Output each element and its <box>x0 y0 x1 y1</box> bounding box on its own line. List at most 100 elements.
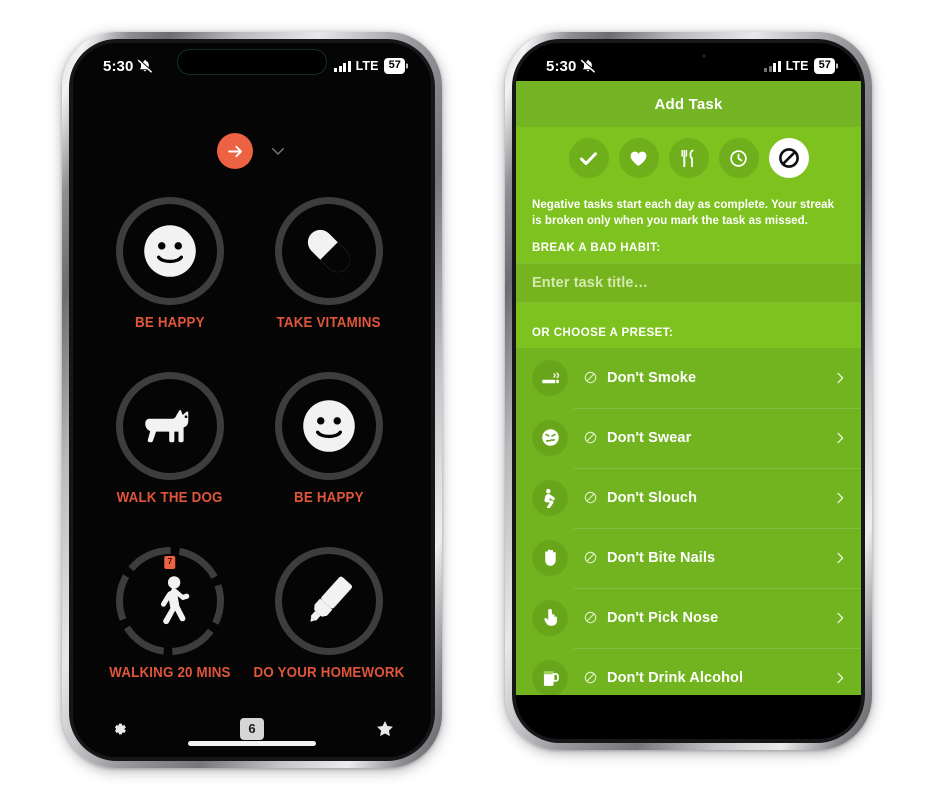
task-ring <box>115 371 224 480</box>
add-task-button[interactable] <box>217 133 253 169</box>
preset-label: Don't Pick Nose <box>607 609 719 626</box>
preset-label: Don't Smoke <box>607 369 697 386</box>
task-grid-screen: 5:30 LTE 57 BE HAPPY TAKE VITAMINS WALK … <box>73 43 431 757</box>
preset-row-dont-bite-nails[interactable]: Don't Bite Nails <box>516 527 861 588</box>
task-ring: 7 <box>115 546 224 655</box>
home-indicator <box>188 741 316 746</box>
preset-row-dont-slouch[interactable]: Don't Slouch <box>516 467 861 528</box>
task-tile-walking-20-mins[interactable]: 7 WALKING 20 MINS <box>93 526 247 701</box>
smiley-face-icon <box>296 393 362 459</box>
chevron-right-icon <box>837 552 844 563</box>
pointing-hand-icon <box>532 599 568 636</box>
task-count-chip[interactable]: 6 <box>240 718 264 740</box>
add-task-content[interactable]: Add Task Negative tasks start each day a… <box>516 81 861 695</box>
task-tile-take-vitamins[interactable]: TAKE VITAMINS <box>247 177 411 352</box>
phone-right: 5:30 LTE 57 Add Task Negative tasks star… <box>505 32 872 750</box>
cigarette-icon <box>532 359 568 396</box>
preset-section-label: OR CHOOSE A PRESET: <box>532 326 674 339</box>
battery-indicator: 57 <box>383 58 405 74</box>
chevron-down-icon[interactable] <box>269 142 287 160</box>
tab-bad-habit[interactable] <box>768 138 809 178</box>
task-label: WALKING 20 MINS <box>109 664 231 681</box>
preset-label: Don't Slouch <box>607 489 698 506</box>
chevron-right-icon <box>837 492 844 503</box>
prohibit-icon <box>584 551 597 564</box>
network-type: LTE <box>785 59 809 73</box>
status-time: 5:30 <box>103 57 134 75</box>
clock-icon <box>730 149 747 167</box>
field-label: BREAK A BAD HABIT: <box>532 241 661 254</box>
task-tile-do-your-homework[interactable]: DO YOUR HOMEWORK <box>247 526 411 701</box>
status-bar-right: 5:30 LTE 57 <box>516 43 861 83</box>
field-spacer <box>516 302 861 325</box>
status-bar-left: 5:30 LTE 57 <box>73 43 431 83</box>
screen-header: Add Task <box>516 81 861 127</box>
status-time: 5:30 <box>546 57 577 75</box>
cutlery-icon <box>681 149 694 167</box>
screenshot-canvas: 5:30 LTE 57 BE HAPPY TAKE VITAMINS WALK … <box>0 0 939 800</box>
preset-label: Don't Drink Alcohol <box>607 669 744 686</box>
task-label: WALK THE DOG <box>116 489 223 506</box>
pill-icon <box>296 218 362 284</box>
preset-list: Don't Smoke Don't Swear Don't Slouch Don… <box>516 347 861 695</box>
right-screen: 5:30 LTE 57 Add Task Negative tasks star… <box>516 43 861 739</box>
phone-left: 5:30 LTE 57 BE HAPPY TAKE VITAMINS WALK … <box>62 32 442 768</box>
gear-icon[interactable] <box>109 719 129 739</box>
check-icon <box>580 151 597 165</box>
signal-bars-icon <box>334 60 351 72</box>
prohibit-icon <box>584 371 597 384</box>
preset-label: Don't Bite Nails <box>607 549 716 566</box>
chevron-right-icon <box>837 672 844 683</box>
preset-row-dont-swear[interactable]: Don't Swear <box>516 407 861 468</box>
bottom-tab-bar: 6 <box>73 701 431 757</box>
task-ring <box>274 546 383 655</box>
task-grid: BE HAPPY TAKE VITAMINS WALK THE DOG BE H… <box>73 177 431 701</box>
star-icon[interactable] <box>375 719 395 739</box>
task-ring <box>115 197 224 306</box>
top-controls <box>73 125 431 177</box>
task-label: TAKE VITAMINS <box>276 315 382 332</box>
battery-indicator: 57 <box>813 58 835 74</box>
arrow-right-icon <box>227 145 242 157</box>
tab-health[interactable] <box>618 138 659 178</box>
highlighter-icon <box>296 568 362 634</box>
slouching-icon <box>532 479 568 516</box>
task-title-field[interactable]: Enter task title… <box>516 262 861 303</box>
task-tile-be-happy-2[interactable]: BE HAPPY <box>247 352 411 527</box>
task-tile-walk-the-dog[interactable]: WALK THE DOG <box>93 352 247 527</box>
hand-icon <box>532 539 568 576</box>
preset-row-dont-drink-alcohol[interactable]: Don't Drink Alcohol <box>516 647 861 695</box>
beer-mug-icon <box>532 659 568 695</box>
task-type-tabs <box>516 127 861 189</box>
prohibit-icon <box>778 148 799 168</box>
prohibit-icon <box>584 491 597 504</box>
tab-good-habit[interactable] <box>568 138 609 178</box>
prohibit-icon <box>584 431 597 444</box>
bell-slash-icon <box>581 59 596 73</box>
task-ring <box>274 371 383 480</box>
task-title-placeholder: Enter task title… <box>532 274 649 291</box>
network-type: LTE <box>355 59 379 73</box>
dog-icon <box>137 393 203 459</box>
tab-food[interactable] <box>668 138 709 178</box>
chevron-right-icon <box>837 432 844 443</box>
signal-bars-icon <box>764 60 781 72</box>
task-label: BE HAPPY <box>135 315 205 332</box>
walking-icon <box>137 568 203 634</box>
prohibit-icon <box>584 671 597 684</box>
task-ring <box>274 197 383 306</box>
preset-row-dont-pick-nose[interactable]: Don't Pick Nose <box>516 587 861 648</box>
left-screen: 5:30 LTE 57 BE HAPPY TAKE VITAMINS WALK … <box>73 43 431 757</box>
swearing-face-icon <box>532 419 568 456</box>
chevron-right-icon <box>837 612 844 623</box>
task-label: DO YOUR HOMEWORK <box>253 664 405 681</box>
prohibit-icon <box>584 611 597 624</box>
preset-label: Don't Swear <box>607 429 692 446</box>
task-tile-be-happy-1[interactable]: BE HAPPY <box>93 177 247 352</box>
tab-timed[interactable] <box>718 138 759 178</box>
streak-badge: 7 <box>164 555 176 569</box>
add-task-screen: 5:30 LTE 57 Add Task Negative tasks star… <box>516 43 861 739</box>
bell-slash-icon <box>138 59 153 73</box>
description-text: Negative tasks start each day as complet… <box>532 199 835 228</box>
preset-row-dont-smoke[interactable]: Don't Smoke <box>516 348 861 408</box>
